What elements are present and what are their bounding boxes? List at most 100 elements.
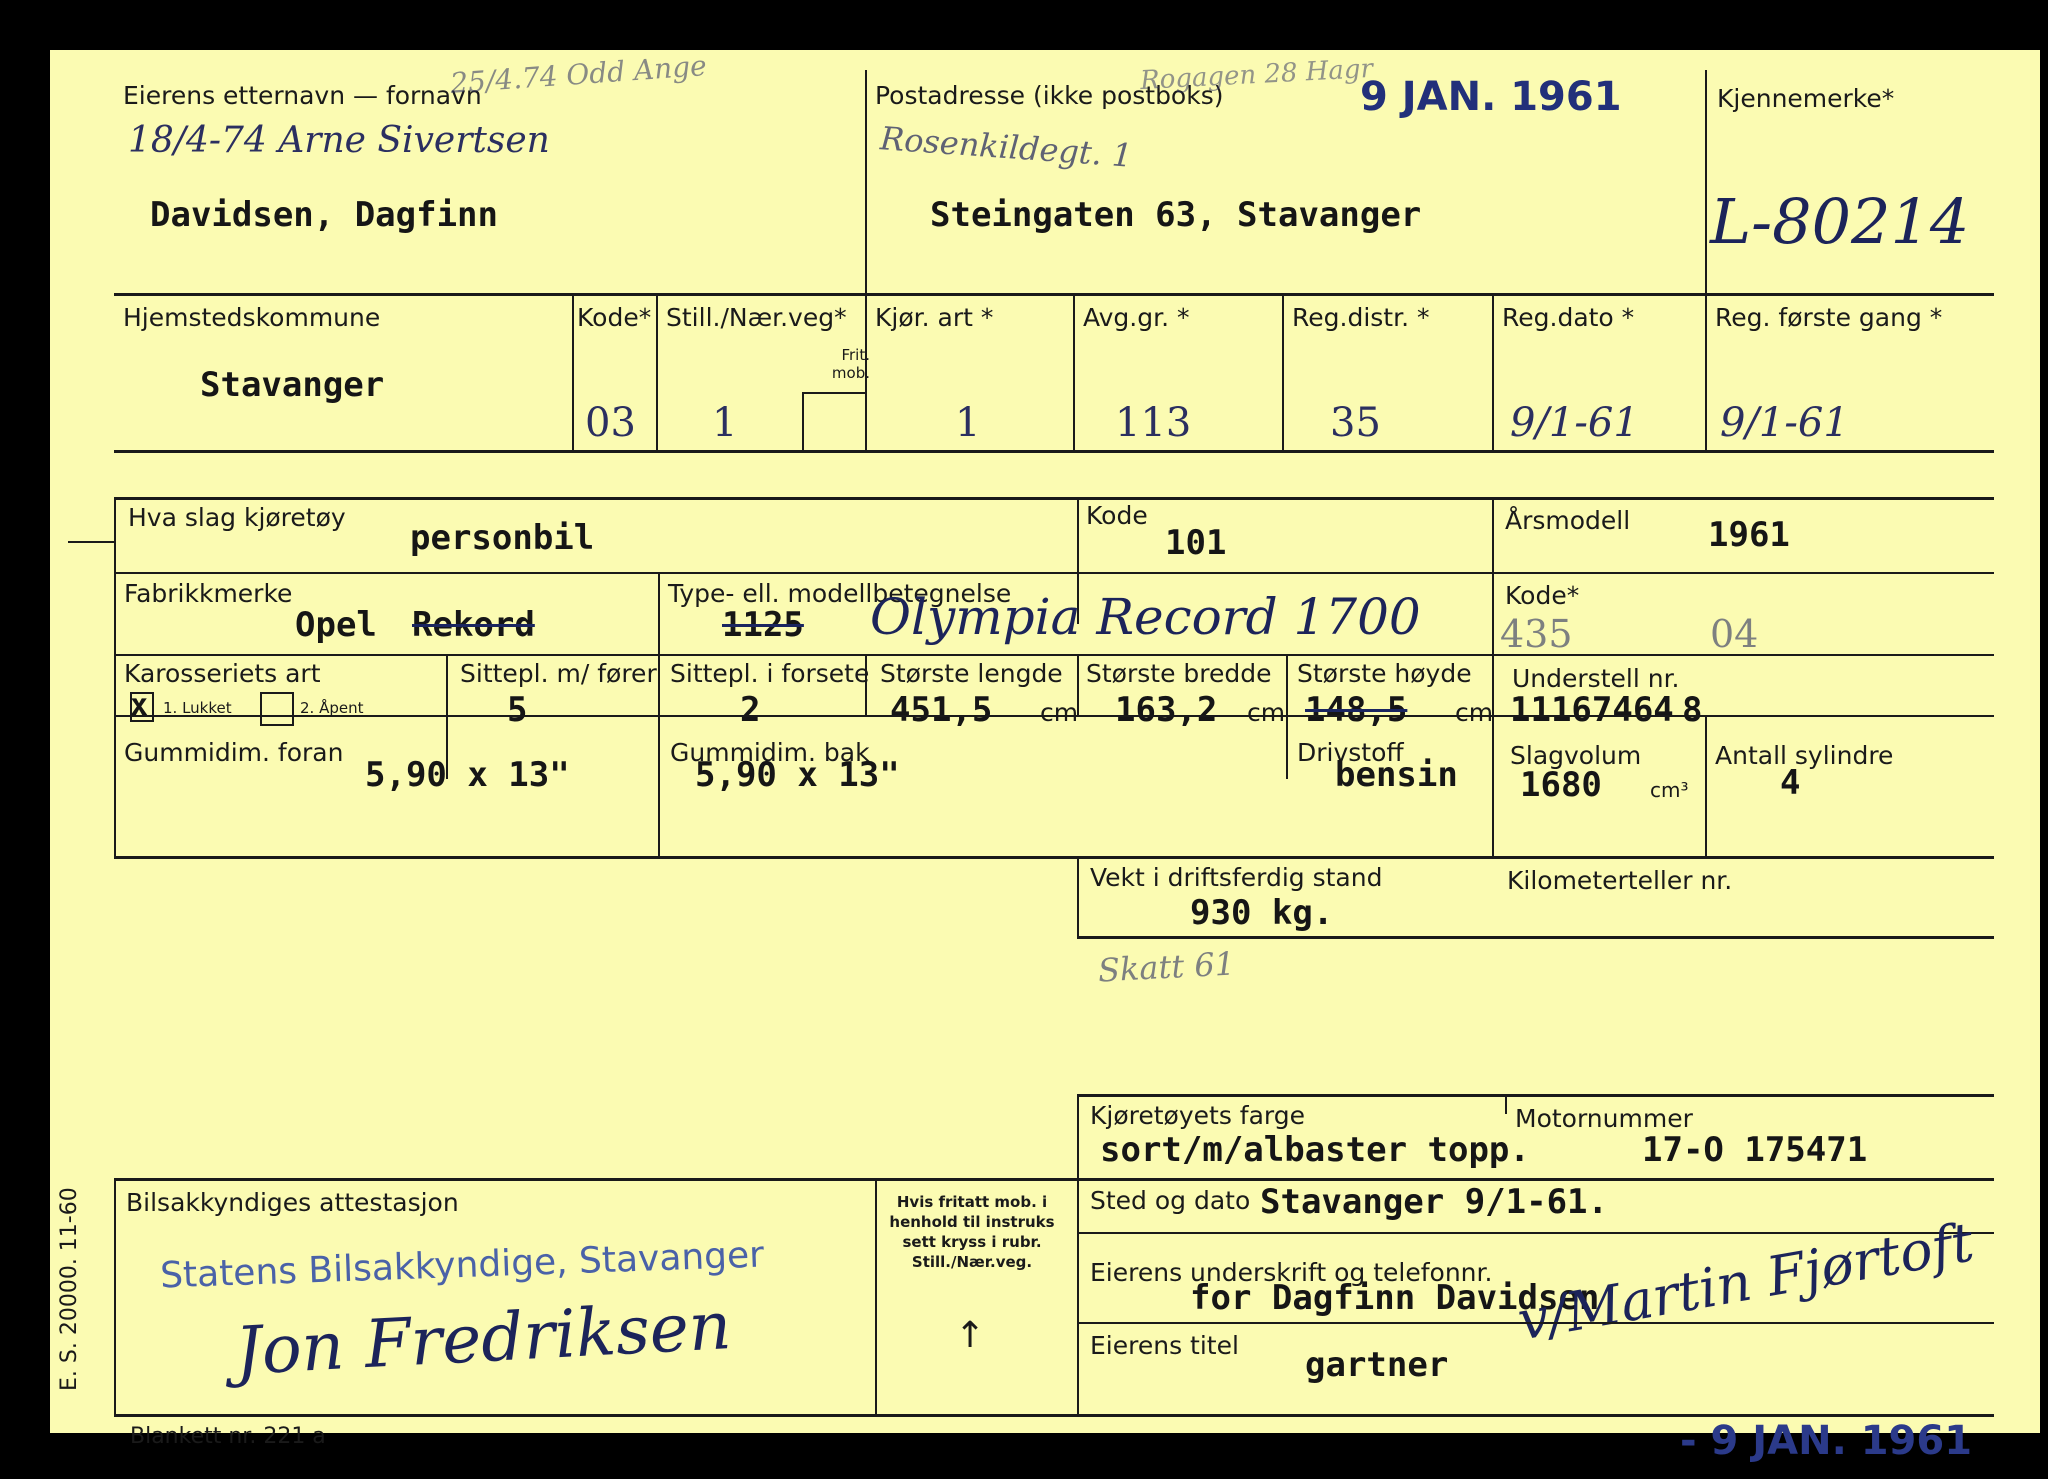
divider	[1705, 715, 1707, 859]
km-label: Kilometerteller nr.	[1507, 866, 1733, 895]
divider	[114, 572, 1994, 574]
divider	[865, 295, 867, 450]
address-note: Rosenkildegt. 1	[878, 119, 1134, 175]
divider	[114, 654, 1994, 656]
owner-name-note: 18/4-74 Arne Sivertsen	[128, 120, 550, 161]
reg-forste-value: 9/1-61	[1720, 400, 1849, 446]
reg-distr-value: 35	[1330, 400, 1381, 446]
exempt-note: Hvis fritatt mob. i henhold til instruks…	[889, 1193, 1055, 1271]
seats-label: Sittepl. m/ fører	[460, 659, 657, 688]
divider	[658, 715, 660, 859]
registration-card: Eierens etternavn — fornavn 25/4.74 Odd …	[50, 49, 2040, 1464]
body-label: Karosseriets art	[124, 659, 321, 688]
owner-name-note-top: 25/4.74 Odd Ange	[449, 49, 708, 100]
municipality-value: Stavanger	[200, 365, 385, 405]
kjor-art-value: 1	[955, 400, 981, 446]
kjor-art-label: Kjør. art *	[875, 303, 994, 332]
height-value: 148,5	[1305, 690, 1408, 730]
make-struck: Rekord	[412, 605, 535, 645]
tyre-front-label: Gummidim. foran	[124, 738, 344, 767]
body-opt2-label: 2. Åpent	[300, 699, 364, 717]
divider	[114, 450, 1994, 453]
volume-unit: cm³	[1650, 778, 1689, 802]
front-seats-value: 2	[740, 690, 761, 730]
divider	[1077, 856, 1079, 936]
reg-distr-label: Reg.distr. *	[1292, 303, 1430, 332]
divider	[1077, 654, 1079, 715]
date-stamp-top: 9 JAN. 1961	[1360, 74, 1622, 120]
divider	[1077, 1094, 1079, 1414]
body-opt1-label: 1. Lukket	[163, 699, 232, 717]
seats-value: 5	[507, 690, 528, 730]
divider	[656, 295, 658, 450]
vehicle-type-value: personbil	[410, 518, 595, 558]
divider	[114, 1178, 1994, 1181]
width-unit: cm	[1247, 698, 1286, 727]
tax-note: Skatt 61	[1097, 944, 1236, 990]
body-closed-checkbox	[130, 692, 154, 722]
divider	[1077, 1094, 1994, 1097]
vehicle-code-label: Kode	[1086, 501, 1148, 530]
attest-stamp: Statens Bilsakkyndige, Stavanger	[159, 1234, 765, 1297]
divider	[68, 541, 114, 543]
year-label: Årsmodell	[1505, 506, 1631, 535]
chassis-value-end: 8	[1682, 690, 1703, 730]
divider	[658, 572, 660, 715]
width-label: Største bredde	[1086, 659, 1272, 688]
model-struck: 1125	[722, 605, 804, 645]
tyre-rear-value: 5,90 x 13"	[695, 755, 900, 795]
divider	[802, 392, 804, 450]
code-label: Kode*	[577, 303, 652, 332]
avg-gr-value: 113	[1115, 400, 1192, 446]
date-stamp-bottom: - 9 JAN. 1961	[1680, 1418, 1973, 1464]
divider	[1505, 1094, 1507, 1114]
owner-name-label: Eierens etternavn — fornavn	[123, 81, 482, 110]
make-value: Opel	[295, 605, 377, 645]
divider	[1077, 1322, 1994, 1324]
arrow-up-icon: ↑	[955, 1315, 986, 1356]
reg-number-label: Kjennemerke*	[1717, 84, 1895, 113]
reg-dato-label: Reg.dato *	[1502, 303, 1635, 332]
still-label: Still./Nær.veg*	[666, 303, 847, 332]
still-value: 1	[712, 400, 738, 446]
municipality-label: Hjemstedskommune	[123, 303, 381, 332]
divider	[114, 1178, 116, 1414]
divider	[1073, 295, 1075, 450]
divider	[114, 856, 1994, 859]
divider	[114, 293, 1994, 296]
length-label: Største lengde	[880, 659, 1063, 688]
attest-signature: Jon Fredriksen	[233, 1287, 734, 1390]
place-date-value: Stavanger 9/1-61.	[1260, 1182, 1608, 1222]
divider	[1492, 295, 1494, 450]
divider	[802, 392, 866, 394]
divider	[1077, 936, 1994, 939]
year-value: 1961	[1708, 515, 1790, 555]
weight-label: Vekt i driftsferdig stand	[1090, 863, 1383, 892]
make-label: Fabrikkmerke	[124, 579, 293, 608]
owner-name-value: Davidsen, Dagfinn	[150, 195, 498, 235]
model-value: Olympia Record 1700	[870, 588, 1421, 646]
code2-label: Kode*	[1505, 581, 1580, 610]
cylinders-label: Antall sylindre	[1715, 741, 1894, 770]
divider	[114, 1414, 1994, 1417]
code2-value-a: 435	[1500, 612, 1573, 656]
owner-title-value: gartner	[1305, 1345, 1449, 1385]
divider	[114, 497, 1994, 500]
code2-value-b: 04	[1710, 612, 1759, 656]
height-unit: cm	[1455, 698, 1494, 727]
length-value: 451,5	[890, 690, 993, 730]
reg-dato-value: 9/1-61	[1510, 400, 1639, 446]
reg-number-value: L-80214	[1710, 185, 1970, 258]
colour-value: sort/m/albaster topp.	[1100, 1130, 1530, 1170]
motor-label: Motornummer	[1515, 1104, 1693, 1133]
divider	[572, 295, 574, 450]
vehicle-code-value: 101	[1165, 523, 1227, 563]
colour-label: Kjøretøyets farge	[1090, 1101, 1306, 1130]
side-print-code: E. S. 20000. 11-60	[57, 1187, 82, 1391]
form-number: Blankett nr. 221 a	[130, 1424, 326, 1449]
divider	[1282, 295, 1284, 450]
chassis-label: Understell nr.	[1512, 664, 1680, 693]
divider	[114, 715, 1994, 717]
chassis-value: 11167464	[1510, 690, 1674, 730]
address-note-top: Rogagen 28 Hagr	[1139, 53, 1374, 97]
